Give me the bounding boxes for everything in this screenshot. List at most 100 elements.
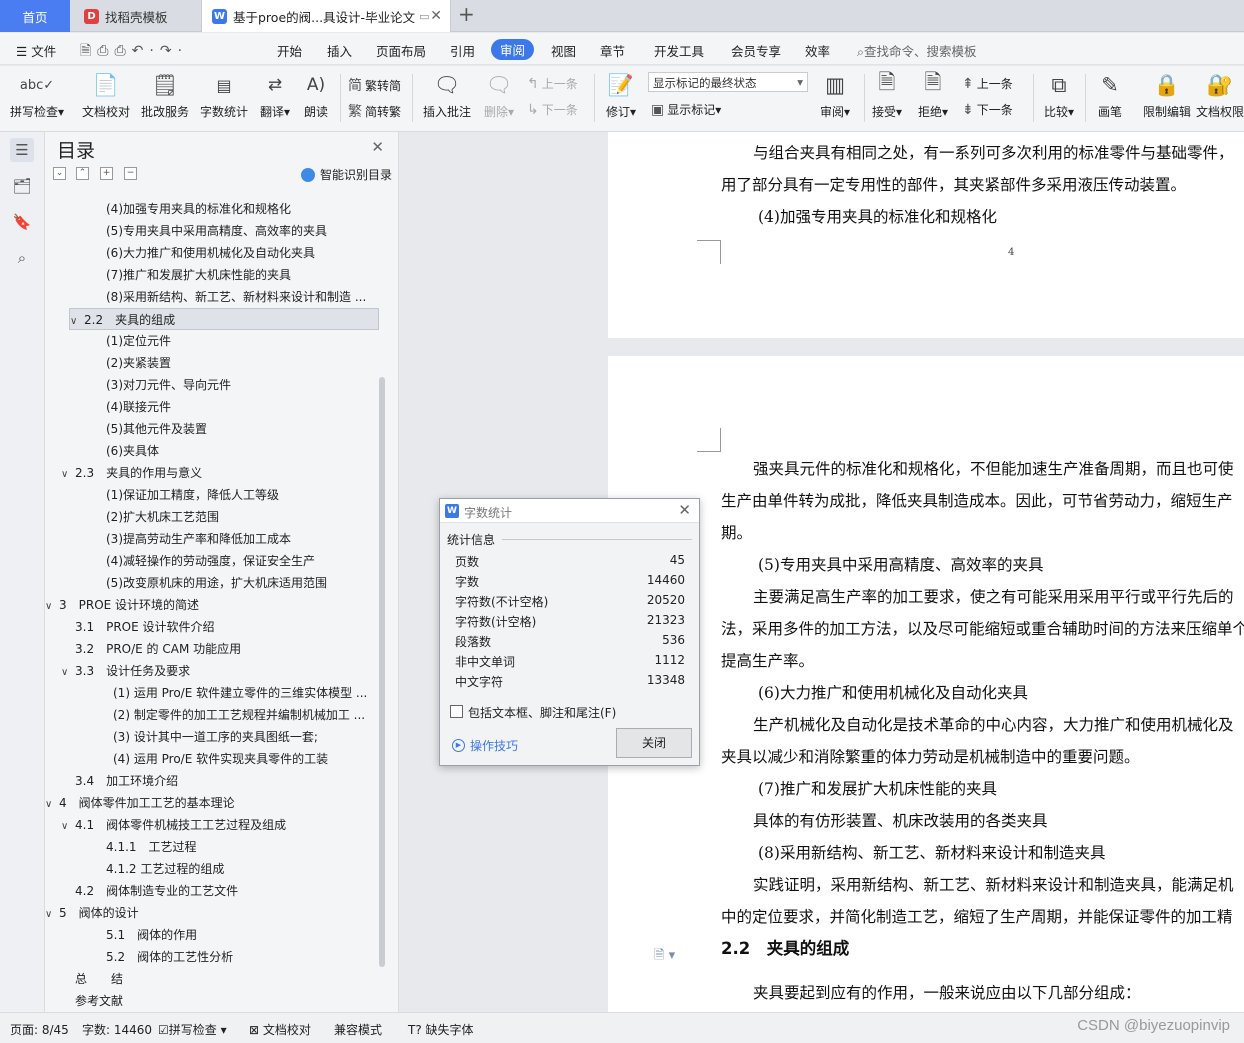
smart-toc-button[interactable]: 智能识别目录 <box>300 166 392 183</box>
toc-item[interactable]: (3)对刀元件、导向元件 <box>45 374 375 396</box>
delete-comment-button[interactable]: 🗨 删除▾ <box>470 70 528 120</box>
close-icon[interactable]: ✕ <box>678 501 691 519</box>
page-indicator[interactable]: 页面: 8/45 <box>10 1021 69 1038</box>
toc-item[interactable]: (8)采用新结构、新工艺、新材料来设计和制造 ... <box>45 286 375 308</box>
toc-item[interactable]: (5)改变原机床的用途，扩大机床适用范围 <box>45 572 375 594</box>
toc-item[interactable]: 4.1.2 工艺过程的组成 <box>45 858 375 880</box>
chevron-down-icon[interactable]: ∨ <box>45 794 59 814</box>
toc-panel-icon[interactable]: ☰ <box>10 138 34 162</box>
toc-item[interactable]: (5)其他元件及装置 <box>45 418 375 440</box>
toc-item[interactable]: 3.4 加工环境介绍 <box>45 770 375 792</box>
show-markup-button[interactable]: ▣ 显示标记 ▾ <box>651 101 721 118</box>
menu-devtools[interactable]: 开发工具 <box>654 41 704 60</box>
toc-item[interactable]: (2)夹紧装置 <box>45 352 375 374</box>
status-proof[interactable]: ⊠ 文档校对 <box>249 1021 311 1038</box>
chevron-down-icon[interactable]: ∨ <box>61 816 75 836</box>
missing-font[interactable]: T? 缺失字体 <box>408 1021 474 1038</box>
new-tab-icon[interactable]: + <box>458 2 475 26</box>
menu-insert[interactable]: 插入 <box>327 41 352 60</box>
batch-service-button[interactable]: 🗒 批改服务 <box>136 70 194 120</box>
doc-permission-button[interactable]: 🔐 文档权限 <box>1196 70 1244 120</box>
markup-state-select[interactable]: 显示标记的最终状态 ▾ <box>648 72 808 92</box>
simp-to-trad-button[interactable]: 繁简转繁 <box>348 101 401 121</box>
toc-item[interactable]: (1)定位元件 <box>45 330 375 352</box>
tips-link[interactable]: ▶ 操作技巧 <box>452 737 518 754</box>
review-pane-button[interactable]: ▥ 审阅▾ <box>806 70 864 120</box>
toc-item[interactable]: 3.1 PROE 设计软件介绍 <box>45 616 375 638</box>
next-comment-button[interactable]: ↳ 下一条 <box>527 101 578 118</box>
tab-template[interactable]: D 找稻壳模板 <box>72 0 198 32</box>
toc-item[interactable]: 5.1 阀体的作用 <box>45 924 375 946</box>
close-icon[interactable]: ✕ <box>371 138 384 156</box>
close-icon[interactable]: ✕ <box>430 8 442 24</box>
nav-pane-icon[interactable]: 🗂 <box>10 174 34 198</box>
menu-review[interactable]: 审阅 <box>491 39 535 60</box>
toc-item[interactable]: ∨ 3 PROE 设计环境的简述 <box>45 594 375 616</box>
toc-item[interactable]: (4)减轻操作的劳动强度，保证安全生产 <box>45 550 375 572</box>
toc-item[interactable]: (4)联接元件 <box>45 396 375 418</box>
toc-item[interactable]: 3.2 PRO/E 的 CAM 功能应用 <box>45 638 375 660</box>
spell-check-button[interactable]: abc✓ 拼写检查▾ <box>8 70 66 120</box>
tab-document[interactable]: W 基于proe的阀...具设计-毕业论文 ▭ ✕ <box>201 0 451 32</box>
bookmark-icon[interactable]: 🔖 <box>10 210 34 234</box>
toc-item[interactable]: (6)大力推广和使用机械化及自动化夹具 <box>45 242 375 264</box>
toc-item[interactable]: ∨ 2.2 夹具的组成 <box>69 308 379 330</box>
restrict-edit-button[interactable]: 🔒 限制编辑 <box>1138 70 1196 120</box>
next-change-button[interactable]: ⇟ 下一条 <box>962 101 1013 118</box>
doc-proof-button[interactable]: 📄 文档校对 <box>77 70 135 120</box>
toc-item[interactable]: (2)扩大机床工艺范围 <box>45 506 375 528</box>
toc-item[interactable]: 4.1.1 工艺过程 <box>45 836 375 858</box>
compare-button[interactable]: ⧉ 比较▾ <box>1030 70 1088 120</box>
track-changes-button[interactable]: 📝 修订▾ <box>592 70 650 120</box>
trad-to-simp-button[interactable]: 简繁转简 <box>348 75 401 95</box>
toc-item[interactable]: (4)加强专用夹具的标准化和规格化 <box>45 198 375 220</box>
read-aloud-button[interactable]: A) 朗读 <box>287 70 345 120</box>
search-icon[interactable]: ⌕ <box>10 246 34 270</box>
doc-side-tool-icon[interactable]: 🗎 ▾ <box>654 946 675 968</box>
menu-view[interactable]: 视图 <box>551 41 576 60</box>
chevron-down-icon[interactable]: ∨ <box>70 311 84 329</box>
toc-item[interactable]: ∨ 4.1 阀体零件机械技工工艺过程及组成 <box>45 814 375 836</box>
add-heading-icon[interactable]: + <box>100 167 113 180</box>
menu-member[interactable]: 会员专享 <box>731 41 781 60</box>
toc-item[interactable]: (6)夹具体 <box>45 440 375 462</box>
remove-heading-icon[interactable]: − <box>124 167 137 180</box>
insert-comment-button[interactable]: 🗨 插入批注 <box>418 70 476 120</box>
collapse-all-icon[interactable]: ⌄ <box>53 167 66 180</box>
compat-mode[interactable]: 兼容模式 <box>334 1021 382 1038</box>
status-spell-check[interactable]: ☑拼写检查 ▾ <box>158 1021 227 1038</box>
toc-scrollbar[interactable] <box>379 377 385 967</box>
toc-item[interactable]: (7)推广和发展扩大机床性能的夹具 <box>45 264 375 286</box>
toc-item[interactable]: (1)保证加工精度，降低人工等级 <box>45 484 375 506</box>
toc-item[interactable]: ∨ 4 阀体零件加工工艺的基本理论 <box>45 792 375 814</box>
reject-button[interactable]: 🗎 拒绝▾ <box>904 70 962 120</box>
toc-item[interactable]: (5)专用夹具中采用高精度、高效率的夹具 <box>45 220 375 242</box>
toc-item[interactable]: (3)提高劳动生产率和降低加工成本 <box>45 528 375 550</box>
toc-item[interactable]: (1) 运用 Pro/E 软件建立零件的三维实体模型 ... <box>45 682 375 704</box>
toc-item[interactable]: 4.2 阀体制造专业的工艺文件 <box>45 880 375 902</box>
tab-home[interactable]: 首页 <box>0 0 70 32</box>
menu-layout[interactable]: 页面布局 <box>376 41 426 60</box>
menu-reference[interactable]: 引用 <box>450 41 475 60</box>
toc-item[interactable]: 总 结 <box>45 968 375 990</box>
file-menu[interactable]: ☰ 文件 <box>16 41 56 60</box>
close-button[interactable]: 关闭 <box>616 728 692 758</box>
quick-access-toolbar[interactable]: 🗎⎙⎙↶·↷· <box>80 40 188 64</box>
word-count-indicator[interactable]: 字数: 14460 <box>82 1021 152 1038</box>
pen-button[interactable]: ✎ 画笔 <box>1081 70 1139 120</box>
menu-efficiency[interactable]: 效率 <box>805 41 830 60</box>
include-textbox-checkbox[interactable] <box>450 705 463 718</box>
chevron-down-icon[interactable]: ∨ <box>61 464 75 484</box>
toc-item[interactable]: ∨ 5 阀体的设计 <box>45 902 375 924</box>
chevron-down-icon[interactable]: ∨ <box>45 904 59 924</box>
word-count-button[interactable]: ▤ 字数统计 <box>195 70 253 120</box>
toc-item[interactable]: 参考文献 <box>45 990 375 1012</box>
expand-up-icon[interactable]: ⌃ <box>76 167 89 180</box>
prev-comment-button[interactable]: ↰ 上一条 <box>527 75 578 92</box>
command-search[interactable]: ⌕查找命令、搜索模板 <box>857 41 977 60</box>
toc-item[interactable]: ∨ 3.3 设计任务及要求 <box>45 660 375 682</box>
menu-start[interactable]: 开始 <box>277 41 302 60</box>
menu-chapter[interactable]: 章节 <box>600 41 625 60</box>
toc-item[interactable]: (2) 制定零件的加工工艺规程并编制机械加工 ... <box>45 704 375 726</box>
include-textbox-label[interactable]: 包括文本框、脚注和尾注(F) <box>468 704 616 721</box>
